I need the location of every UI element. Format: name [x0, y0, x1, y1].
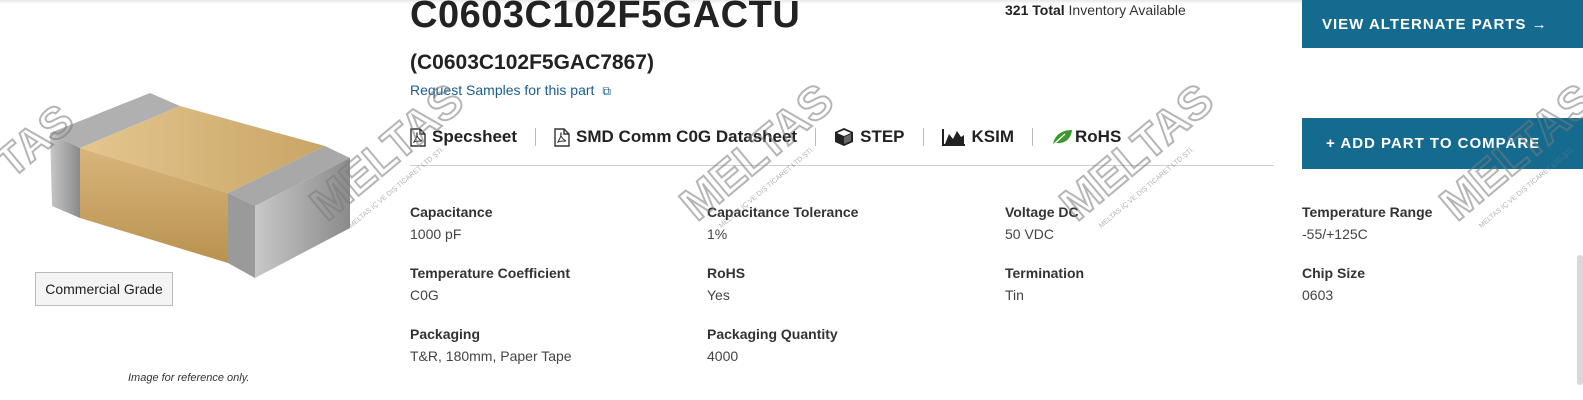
inventory-label: Inventory Available — [1068, 2, 1186, 18]
pdf-icon — [554, 127, 570, 147]
spec-packaging: Packaging T&R, 180mm, Paper Tape — [410, 326, 572, 364]
spec-value: 4000 — [707, 348, 739, 364]
spec-label: Packaging — [410, 326, 481, 342]
spec-temperature-coefficient: Temperature Coefficient C0G — [410, 265, 570, 303]
spec-value: Tin — [1005, 287, 1024, 303]
spec-label: Capacitance — [410, 204, 493, 220]
spec-value: 1000 pF — [410, 226, 462, 242]
spec-label: Capacitance Tolerance — [707, 204, 859, 220]
request-samples-link[interactable]: Request Samples for this part ⧉ — [410, 82, 611, 99]
spec-value: T&R, 180mm, Paper Tape — [410, 348, 572, 364]
spec-label: Chip Size — [1302, 265, 1366, 281]
spec-value: 50 VDC — [1005, 226, 1055, 242]
spec-temperature-range: Temperature Range -55/+125C — [1302, 204, 1432, 242]
spec-value: Yes — [707, 287, 730, 303]
doc-label: STEP — [860, 127, 905, 146]
doc-link-ksim[interactable]: KSIM — [941, 127, 1015, 147]
cube-icon — [835, 128, 854, 146]
product-image — [50, 93, 350, 278]
external-link-icon: ⧉ — [602, 84, 611, 98]
svg-text:MELTAS İÇ VE DIŞ TİCARET LTD.Ş: MELTAS İÇ VE DIŞ TİCARET LTD.ŞTİ. — [1097, 144, 1196, 229]
view-alternate-parts-button[interactable]: VIEW ALTERNATE PARTS → — [1302, 0, 1583, 48]
doc-link-specsheet[interactable]: Specsheet — [410, 127, 517, 147]
inventory-total: 321 Total — [1005, 2, 1065, 18]
doc-link-rohs[interactable]: RoHS — [1051, 127, 1121, 147]
document-links: Specsheet SMD Comm C0G Datasheet STEP KS… — [410, 124, 1274, 150]
alternate-part-number: (C0603C102F5GAC7867) — [410, 51, 654, 74]
spec-label: Voltage DC — [1005, 204, 1079, 220]
spec-capacitance-tolerance: Capacitance Tolerance 1% — [707, 204, 858, 242]
spec-value: -55/+125C — [1302, 226, 1368, 242]
leaf-icon — [1052, 130, 1073, 146]
scrollbar[interactable] — [1577, 255, 1583, 385]
inventory-status: 321 Total Inventory Available — [1005, 2, 1186, 18]
part-number-title: C0603C102F5GACTU — [410, 0, 801, 36]
doc-label: RoHS — [1075, 127, 1122, 146]
spec-label: Packaging Quantity — [707, 326, 838, 342]
divider — [1032, 128, 1034, 146]
divider — [535, 128, 537, 146]
spec-value: 0603 — [1302, 287, 1334, 303]
doc-label: SMD Comm C0G Datasheet — [576, 127, 798, 146]
section-divider — [410, 165, 1274, 166]
commercial-grade-badge[interactable]: Commercial Grade — [35, 272, 173, 306]
spec-value: 1% — [707, 226, 728, 242]
spec-value: C0G — [410, 287, 439, 303]
spec-label: Temperature Coefficient — [410, 265, 570, 281]
add-part-to-compare-button[interactable]: + ADD PART TO COMPARE — [1302, 118, 1583, 169]
divider — [922, 128, 924, 146]
doc-label: KSIM — [971, 127, 1015, 146]
chart-icon — [941, 129, 965, 146]
spec-voltage-dc: Voltage DC 50 VDC — [1005, 204, 1079, 242]
image-reference-note: Image for reference only. — [128, 372, 250, 384]
spec-chip-size: Chip Size 0603 — [1302, 265, 1365, 303]
spec-termination: Termination Tin — [1005, 265, 1084, 303]
spec-label: Temperature Range — [1302, 204, 1433, 220]
divider — [815, 128, 817, 146]
spec-label: Termination — [1005, 265, 1085, 281]
spec-label: RoHS — [707, 265, 746, 281]
spec-capacitance: Capacitance 1000 pF — [410, 204, 492, 242]
request-samples-label: Request Samples for this part — [410, 82, 595, 98]
doc-label: Specsheet — [432, 127, 518, 146]
pdf-icon — [410, 127, 426, 147]
spec-rohs: RoHS Yes — [707, 265, 745, 303]
doc-link-step[interactable]: STEP — [834, 127, 905, 147]
spec-packaging-quantity: Packaging Quantity 4000 — [707, 326, 838, 364]
doc-link-datasheet[interactable]: SMD Comm C0G Datasheet — [554, 127, 797, 147]
